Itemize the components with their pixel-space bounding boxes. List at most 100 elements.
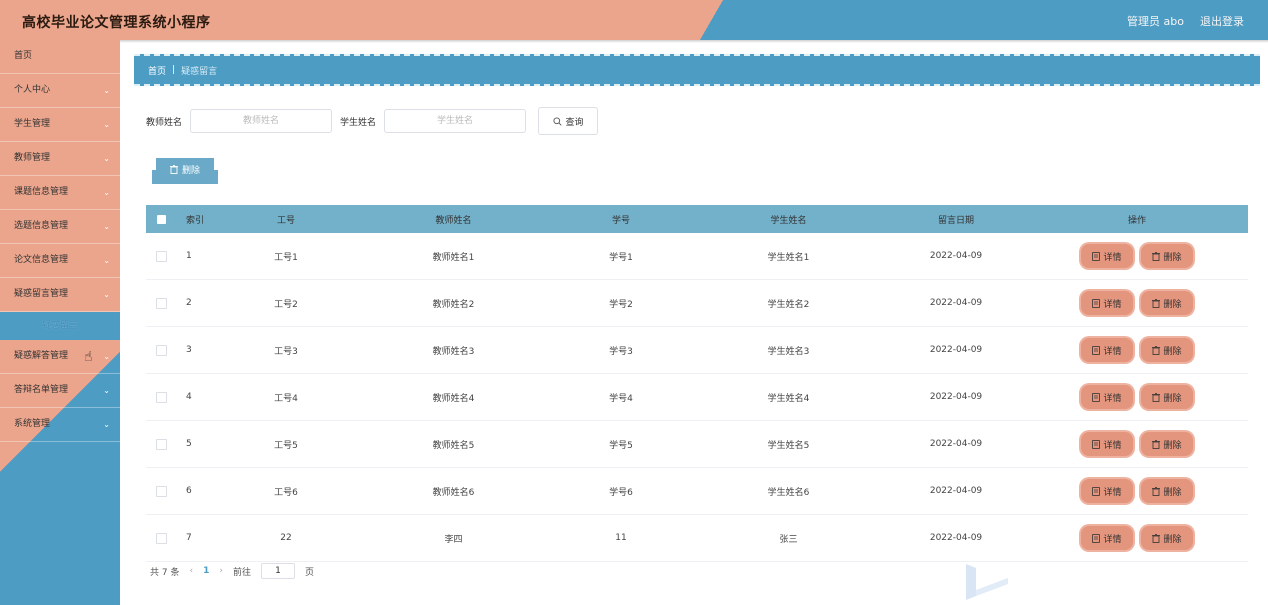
sidebar-item[interactable]: 个人中心 ⌄ [0,74,120,108]
row-checkbox[interactable] [155,391,167,403]
delete-button[interactable]: 删除 [1141,479,1193,503]
row-checkbox[interactable] [155,438,167,450]
delete-button[interactable]: 删除 [1141,432,1193,456]
student-name-label: 学生姓名 [340,117,377,128]
sidebar-subitem-active[interactable]: 疑惑留言 [0,312,120,340]
goto-page-input[interactable] [260,563,295,579]
detail-button[interactable]: 详情 [1081,385,1133,409]
delete-button[interactable]: 删除 [1141,338,1193,362]
delete-button-label: 删除 [1163,440,1182,451]
delete-button-label: 删除 [1163,487,1182,498]
detail-button[interactable]: 详情 [1081,432,1133,456]
detail-button-label: 详情 [1103,299,1122,310]
sidebar-item[interactable]: 答辩名单管理 ⌄ [0,374,120,408]
header-staff-id: 工号 [276,215,295,226]
detail-button-label: 详情 [1103,440,1122,451]
logout-link[interactable]: 退出登录 [1200,13,1244,29]
detail-button[interactable]: 详情 [1081,338,1133,362]
sidebar-item[interactable]: 疑惑解答管理 ⌄ [0,340,120,374]
trash-icon [1152,439,1161,449]
document-icon [1092,251,1101,261]
table-row: 5 工号5 教师姓名5 学号5 学生姓名5 2022-04-09 详情 删除 [146,421,1248,468]
cell-student-id: 学号3 [609,346,633,357]
row-checkbox[interactable] [155,485,167,497]
cell-student-name: 学生姓名6 [767,487,810,498]
sidebar-item[interactable]: 选题信息管理 ⌄ [0,210,120,244]
cell-teacher-name: 教师姓名2 [432,299,475,310]
trash-icon [1152,486,1161,496]
cell-index: 7 [186,533,192,543]
breadcrumb: 首页 | 疑惑留言 [134,54,1260,86]
sidebar-item[interactable]: 教师管理 ⌄ [0,142,120,176]
sidebar-item-label: 疑惑留言管理 [14,289,69,299]
sidebar-item[interactable]: 系统管理 ⌄ [0,408,120,442]
trash-icon [169,164,178,174]
detail-button[interactable]: 详情 [1081,526,1133,550]
teacher-name-input[interactable] [190,109,333,133]
delete-button[interactable]: 删除 [1141,385,1193,409]
sidebar-item[interactable]: 疑惑留言管理 ⌄ [0,278,120,312]
cell-message-date: 2022-04-09 [929,439,983,449]
goto-label: 前往 [232,567,251,578]
select-all-checkbox[interactable] [156,214,166,224]
cell-teacher-name: 教师姓名6 [432,487,475,498]
delete-button-label: 删除 [1163,252,1182,263]
teacher-name-label: 教师姓名 [146,117,183,128]
cell-student-name: 学生姓名2 [767,299,810,310]
header-message-date: 留言日期 [937,215,974,226]
delete-button[interactable]: 删除 [1141,244,1193,268]
cell-message-date: 2022-04-09 [929,298,983,308]
row-checkbox[interactable] [155,250,167,262]
detail-button[interactable]: 详情 [1081,291,1133,315]
header-student-name: 学生姓名 [770,215,807,226]
chevron-down-icon: ⌄ [103,290,110,299]
cell-index: 1 [186,251,192,261]
detail-button[interactable]: 详情 [1081,479,1133,503]
sidebar-item-label: 系统管理 [14,419,51,429]
sidebar-item[interactable]: 首页 [0,40,120,74]
breadcrumb-home[interactable]: 首页 [148,64,166,77]
trash-icon [1152,392,1161,402]
chevron-down-icon: ⌄ [103,188,110,197]
sidebar: 首页 个人中心 ⌄ 学生管理 ⌄ 教师管理 ⌄ 课题信息管理 ⌄ 选题信息管理 ⌄ 论文信息管理 ⌄ 疑惑… [0,40,120,605]
detail-button[interactable]: 详情 [1081,244,1133,268]
table-row: 1 工号1 教师姓名1 学号1 学生姓名1 2022-04-09 详情 删除 [146,233,1248,280]
delete-button[interactable]: 删除 [1141,291,1193,315]
trash-icon [1152,298,1161,308]
cell-student-id: 学号4 [609,393,633,404]
page-unit-label: 页 [304,567,314,578]
query-button[interactable]: 查询 [538,107,599,135]
detail-button-label: 详情 [1103,487,1122,498]
cell-staff-id: 工号2 [274,299,298,310]
chevron-down-icon: ⌄ [103,120,110,129]
row-checkbox[interactable] [155,532,167,544]
cell-student-name: 学生姓名4 [767,393,810,404]
student-name-input[interactable] [384,109,527,133]
document-icon [1092,533,1101,543]
sidebar-item[interactable]: 学生管理 ⌄ [0,108,120,142]
cell-student-id: 学号5 [609,440,633,451]
cell-index: 5 [186,439,192,449]
sidebar-item[interactable]: 论文信息管理 ⌄ [0,244,120,278]
sidebar-subitem-label: 疑惑留言 [41,321,78,331]
prev-page-button[interactable]: ‹ [189,566,193,576]
row-checkbox[interactable] [155,344,167,356]
header-index: 索引 [186,215,205,226]
next-page-button[interactable]: › [219,566,223,576]
header-shadow [0,40,1268,43]
header-user-area: 管理员 abo 退出登录 [1127,13,1244,29]
delete-button[interactable]: 删除 [1141,526,1193,550]
message-table: 索引 工号 教师姓名 学号 学生姓名 留言日期 操作 1 工号1 教师姓名1 学号1 学… [146,205,1248,562]
batch-delete-button[interactable]: 删除 [156,158,214,180]
sidebar-item[interactable]: 课题信息管理 ⌄ [0,176,120,210]
sidebar-item-label: 教师管理 [14,153,51,163]
row-checkbox[interactable] [155,297,167,309]
pagination: 共 7 条 ‹ 1 › 前往 页 [150,563,314,579]
cell-index: 2 [186,298,192,308]
sidebar-item-label: 首页 [14,51,33,61]
cell-student-id: 学号6 [609,487,633,498]
current-page-number[interactable]: 1 [203,566,209,576]
cell-teacher-name: 教师姓名3 [432,346,475,357]
delete-button-label: 删除 [1163,534,1182,545]
chevron-down-icon: ⌄ [103,420,110,429]
